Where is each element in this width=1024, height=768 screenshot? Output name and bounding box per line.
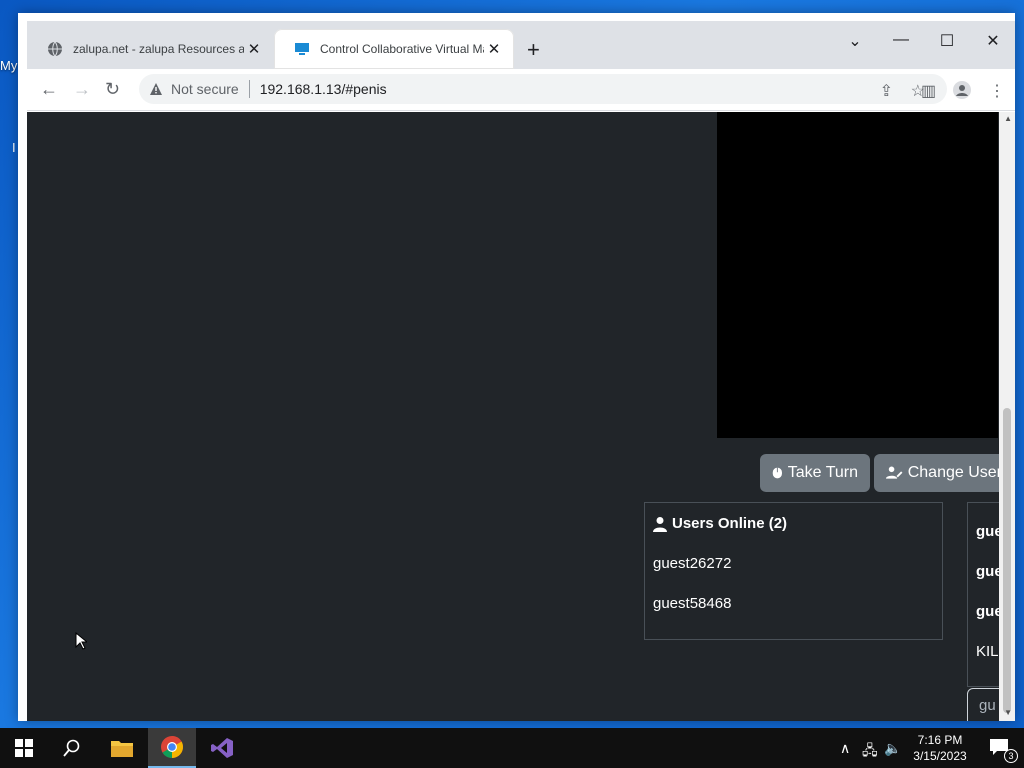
share-icon[interactable]: ⇪ — [880, 81, 893, 101]
divider — [248, 80, 250, 98]
tab-title: zalupa.net - zalupa Resources and — [73, 42, 244, 56]
scroll-down-icon[interactable]: ▼ — [1004, 708, 1012, 717]
user-list-item[interactable]: guest26272 — [653, 555, 731, 572]
menu-icon[interactable]: ⋮ — [989, 81, 1005, 101]
profile-icon[interactable] — [952, 80, 972, 100]
browser-window: zalupa.net - zalupa Resources and ✕ Cont… — [18, 13, 1015, 721]
user-list-item[interactable]: guest58468 — [653, 595, 731, 612]
notifications-button[interactable]: 3 — [976, 728, 1024, 768]
mouse-icon — [772, 467, 782, 479]
address-bar[interactable]: Not secure 192.168.1.13/#penis ⇪ ☆ — [139, 74, 947, 104]
network-icon[interactable]: 🖧 — [862, 740, 878, 764]
volume-icon[interactable]: 🔈 — [884, 740, 901, 757]
back-icon[interactable]: ← — [40, 79, 58, 100]
take-turn-button[interactable]: Take Turn — [760, 454, 870, 492]
tab-zalupa[interactable]: zalupa.net - zalupa Resources and ✕ — [27, 29, 274, 69]
taskbar: ∧ 🖧 🔈 7:16 PM 3/15/2023 3 — [0, 728, 1024, 768]
visual-studio-button[interactable] — [198, 728, 246, 768]
users-online-title: Users Online (2) — [672, 515, 788, 532]
vm-screen[interactable] — [717, 112, 998, 438]
page-content: Take Turn Change User Users Online (2) g… — [27, 112, 1015, 721]
tab-title: Control Collaborative Virtual Mac — [320, 42, 484, 56]
close-window-button[interactable]: ✕ — [970, 31, 1015, 51]
mouse-cursor-icon — [75, 632, 87, 650]
change-user-button[interactable]: Change User — [874, 454, 1014, 492]
start-button[interactable] — [0, 728, 48, 768]
chrome-icon — [161, 736, 183, 758]
minimize-button[interactable]: — — [878, 31, 924, 49]
search-icon — [63, 739, 80, 757]
chat-message-text: KIL — [976, 643, 999, 660]
maximize-button[interactable]: ☐ — [924, 31, 970, 51]
clock-date: 3/15/2023 — [913, 749, 967, 763]
users-online-heading: Users Online (2) — [653, 515, 787, 532]
folder-icon — [111, 741, 133, 757]
tab-control-vm[interactable]: Control Collaborative Virtual Mac ✕ — [274, 29, 514, 69]
tab-close-icon[interactable]: ✕ — [244, 40, 264, 58]
new-tab-button[interactable]: + — [527, 37, 540, 63]
take-turn-label: Take Turn — [787, 464, 858, 481]
toolbar: ← → ↻ Not secure 192.168.1.13/#penis ⇪ ☆… — [27, 69, 1015, 111]
chrome-taskbar-button[interactable] — [148, 728, 196, 768]
security-label[interactable]: Not secure — [171, 81, 239, 97]
show-hidden-icons[interactable]: ∧ — [840, 740, 850, 757]
side-panel-icon[interactable]: ▥ — [921, 81, 936, 101]
clock-time: 7:16 PM — [917, 733, 963, 747]
scrollbar-thumb[interactable] — [1003, 408, 1011, 713]
warning-icon[interactable] — [149, 82, 163, 96]
users-online-panel: Users Online (2) guest26272 guest58468 — [644, 502, 943, 640]
windows-icon — [15, 739, 33, 757]
user-icon — [653, 516, 667, 532]
search-button[interactable] — [48, 728, 96, 768]
monitor-icon — [295, 43, 309, 55]
desktop-icon-label: My — [0, 58, 18, 73]
clock[interactable]: 7:16 PM 3/15/2023 — [905, 732, 975, 764]
url-text[interactable]: 192.168.1.13/#penis — [260, 81, 387, 97]
page-scrollbar[interactable]: ▲ ▼ — [999, 112, 1015, 721]
globe-icon — [48, 41, 62, 57]
tab-search-button[interactable]: ⌄ — [832, 31, 878, 51]
desktop-icon-label-2: I — [12, 140, 16, 155]
visual-studio-icon — [211, 738, 233, 758]
forward-icon[interactable]: → — [73, 79, 91, 100]
file-explorer-button[interactable] — [98, 728, 146, 768]
change-user-label: Change User — [907, 464, 1002, 481]
user-edit-icon — [886, 466, 903, 479]
scroll-up-icon[interactable]: ▲ — [1004, 114, 1012, 123]
notification-count-badge: 3 — [1004, 749, 1018, 763]
tab-close-icon[interactable]: ✕ — [484, 40, 504, 58]
reload-icon[interactable]: ↻ — [105, 79, 120, 100]
